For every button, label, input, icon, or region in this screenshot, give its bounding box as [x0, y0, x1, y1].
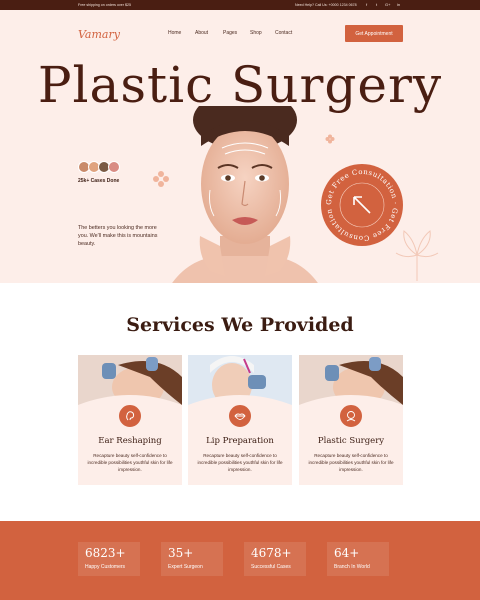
face-icon	[338, 403, 364, 429]
stat-value: 64+	[334, 546, 360, 560]
stat-happy-customers: 6823+ Happy Customers	[78, 542, 140, 576]
stat-value: 6823+	[85, 546, 126, 560]
model-face-image	[172, 106, 318, 283]
free-consultation-badge[interactable]: Get Free Consultation · Get Free Consult…	[320, 163, 404, 247]
get-appointment-button[interactable]: Get Appointment	[345, 25, 403, 42]
twitter-icon[interactable]: t	[376, 2, 377, 7]
lips-icon	[227, 403, 253, 429]
services-title: Services We Provided	[126, 314, 354, 336]
stat-label: Successful Cases	[251, 564, 291, 570]
service-card-ear-reshaping[interactable]: Ear Reshaping Recapture beauty self-conf…	[78, 355, 182, 485]
stat-label: Expert Surgeon	[168, 564, 203, 570]
service-description: Recapture beauty self-confidence to incr…	[87, 453, 173, 472]
service-card-plastic-surgery[interactable]: Plastic Surgery Recapture beauty self-co…	[299, 355, 403, 485]
stat-value: 35+	[168, 546, 194, 560]
stat-branch-in-world: 64+ Branch In World	[327, 542, 389, 576]
linkedin-icon[interactable]: in	[397, 2, 400, 7]
stat-label: Branch In World	[334, 564, 370, 570]
nav-shop[interactable]: Shop	[250, 30, 262, 36]
hero-section: Vamary Home About Pages Shop Contact Get…	[0, 10, 480, 283]
site-logo[interactable]: Vamary	[78, 28, 120, 41]
ear-icon	[117, 403, 143, 429]
google-plus-icon[interactable]: G+	[385, 2, 390, 7]
hero-description: The betters you looking the more you. We…	[78, 225, 158, 247]
nav-about[interactable]: About	[195, 30, 208, 36]
service-title: Ear Reshaping	[98, 436, 162, 446]
service-description: Recapture beauty self-confidence to incr…	[308, 453, 394, 472]
nav-home[interactable]: Home	[168, 30, 181, 36]
avatar	[108, 161, 120, 173]
nav-contact[interactable]: Contact	[275, 30, 292, 36]
flower-icon	[325, 134, 335, 144]
facebook-icon[interactable]: f	[366, 2, 367, 7]
flower-icon	[153, 171, 169, 187]
cases-count: 25k+ Cases Done	[78, 178, 120, 184]
service-card-lip-preparation[interactable]: Lip Preparation Recapture beauty self-co…	[188, 355, 292, 485]
phone-text: Need Help? Call Us: +0000 1234 0678	[295, 3, 357, 7]
service-title: Lip Preparation	[206, 436, 274, 446]
promo-text: Free shipping on orders over $25	[78, 3, 131, 7]
customer-avatars	[78, 161, 128, 174]
service-description: Recapture beauty self-confidence to incr…	[197, 453, 283, 472]
stat-successful-cases: 4678+ Successful Cases	[244, 542, 306, 576]
stat-expert-surgeon: 35+ Expert Surgeon	[161, 542, 223, 576]
stat-label: Happy Customers	[85, 564, 126, 570]
top-bar: Free shipping on orders over $25 Need He…	[0, 0, 480, 10]
stat-value: 4678+	[251, 546, 292, 560]
stats-section: 6823+ Happy Customers 35+ Expert Surgeon…	[0, 521, 480, 600]
nav-pages[interactable]: Pages	[223, 30, 237, 36]
service-title: Plastic Surgery	[317, 436, 385, 446]
